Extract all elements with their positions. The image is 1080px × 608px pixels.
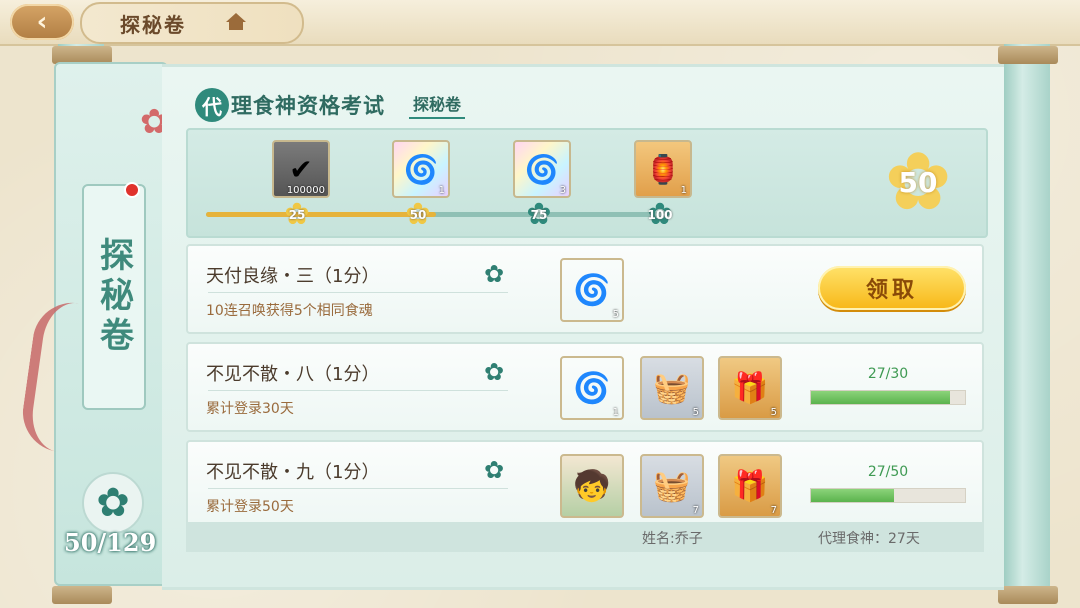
- reward-item-icon: 🌀: [573, 272, 611, 308]
- progress-bar-fill: [811, 489, 895, 502]
- reward-item-icon: 🧺: [653, 370, 691, 406]
- title-tab: 探秘卷: [80, 2, 304, 44]
- milestone-node: ✿ 100: [645, 200, 675, 230]
- scroll-tab[interactable]: 探秘卷: [82, 184, 146, 410]
- task-reward[interactable]: 🎁 5: [718, 356, 782, 420]
- title-badge: 代: [195, 88, 229, 122]
- task-reward[interactable]: 🧺 5: [640, 356, 704, 420]
- progress-bar: [810, 390, 966, 405]
- reward-item-icon: 🎁: [731, 468, 769, 504]
- scroll-rod-right: [1004, 44, 1050, 604]
- task-description: 累计登录30天: [206, 401, 294, 417]
- reward-item-icon: ✔: [289, 152, 313, 186]
- milestone-reward[interactable]: ✔ 100000: [272, 140, 330, 198]
- task-reward[interactable]: 🌀 5: [560, 258, 624, 322]
- progress-bar-fill: [811, 391, 950, 404]
- progress-current: 27: [867, 464, 886, 480]
- task-reward[interactable]: 🧒: [560, 454, 624, 518]
- reward-item-icon: 🏮: [645, 152, 681, 186]
- progress-text: 27/50: [810, 464, 966, 480]
- milestone-reward[interactable]: 🏮 1: [634, 140, 692, 198]
- notification-dot: [124, 182, 140, 198]
- progress-bar: [810, 488, 966, 503]
- reward-count: 5: [612, 309, 619, 320]
- flower-icon: ✿: [484, 456, 505, 484]
- reward-count: 5: [692, 407, 699, 418]
- reward-item-icon: 🧺: [653, 468, 691, 504]
- task-title: 天付良缘・三（1分）: [206, 266, 380, 287]
- rod-cap: [52, 586, 112, 604]
- milestone-node: ✿ 50: [403, 200, 433, 230]
- task-description: 10连召唤获得5个相同食魂: [206, 303, 373, 319]
- current-score: 50: [898, 165, 938, 199]
- task-reward[interactable]: 🎁 7: [718, 454, 782, 518]
- milestone-reward[interactable]: 🌀 1: [392, 140, 450, 198]
- reward-count: 3: [559, 185, 566, 196]
- task-title: 不见不散・九（1分）: [206, 462, 380, 483]
- reward-count: 1: [438, 185, 445, 196]
- reward-item-icon: 🌀: [524, 152, 560, 186]
- task-progress: 27/50: [810, 464, 966, 503]
- milestone-label: 25: [288, 208, 306, 222]
- player-name: 姓名:乔子: [642, 531, 703, 547]
- progress-current: 27: [867, 366, 886, 382]
- reward-item-icon: 🧒: [573, 468, 611, 504]
- milestone-track: [206, 212, 666, 217]
- score-flower-icon: ✿ 50: [884, 135, 952, 228]
- reward-count: 5: [770, 407, 777, 418]
- milestone-label: 75: [530, 208, 548, 222]
- title-text: 理食神资格考试: [231, 94, 385, 118]
- task-reward[interactable]: 🧺 7: [640, 454, 704, 518]
- reward-item-icon: 🌀: [573, 370, 611, 406]
- claim-button[interactable]: 领取: [818, 266, 966, 310]
- reward-item-icon: 🎁: [731, 370, 769, 406]
- progress-total: /30: [885, 366, 909, 382]
- flower-icon: ✿: [82, 472, 144, 534]
- milestone-reward[interactable]: 🌀 3: [513, 140, 571, 198]
- flower-icon: ✿: [484, 260, 505, 288]
- top-bar: ‹ 探秘卷: [0, 0, 1080, 46]
- milestone-label: 50: [409, 208, 427, 222]
- task-title: 不见不散・八（1分）: [206, 364, 380, 385]
- divider: [208, 390, 508, 391]
- task-description: 累计登录50天: [206, 499, 294, 515]
- progress-total: /50: [885, 464, 909, 480]
- home-icon[interactable]: [224, 13, 248, 33]
- footer-bar: 姓名:乔子 代理食神：27天: [186, 522, 984, 552]
- scroll-tab-label: 探秘卷: [93, 237, 134, 357]
- milestone-label: 100: [647, 208, 673, 222]
- task-card: 不见不散・八（1分） 累计登录30天 ✿ 🌀 1 🧺 5 🎁 5 27/30: [186, 342, 984, 432]
- total-progress: 50/129: [64, 528, 157, 557]
- reward-count: 100000: [286, 185, 325, 196]
- page-title: 探秘卷: [120, 12, 186, 37]
- divider: [208, 292, 508, 293]
- flower-icon: ✿: [484, 358, 505, 386]
- milestone-node: ✿ 75: [524, 200, 554, 230]
- milestone-track-fill: [206, 212, 436, 217]
- tab-tanmijuan[interactable]: 探秘卷: [409, 91, 466, 119]
- back-arrow-icon: ‹: [36, 7, 48, 37]
- agent-days: 代理食神：27天: [818, 531, 920, 547]
- reward-item-icon: 🌀: [403, 152, 439, 186]
- task-card: 天付良缘・三（1分） 10连召唤获得5个相同食魂 ✿ 🌀 5 领取: [186, 244, 984, 334]
- task-card: 不见不散・九（1分） 累计登录50天 ✿ 🧒 🧺 7 🎁 7 27/50: [186, 440, 984, 530]
- reward-count: 7: [770, 505, 777, 516]
- back-button[interactable]: ‹: [10, 4, 74, 40]
- rod-cap: [998, 46, 1058, 64]
- reward-count: 1: [612, 407, 619, 418]
- task-reward[interactable]: 🌀 1: [560, 356, 624, 420]
- progress-text: 27/30: [810, 366, 966, 382]
- milestone-node: ✿ 25: [282, 200, 312, 230]
- rod-cap: [998, 586, 1058, 604]
- reward-count: 1: [680, 185, 687, 196]
- panel-title: 代 理食神资格考试 探秘卷: [195, 88, 466, 122]
- divider: [208, 488, 508, 489]
- reward-count: 7: [692, 505, 699, 516]
- task-progress: 27/30: [810, 366, 966, 405]
